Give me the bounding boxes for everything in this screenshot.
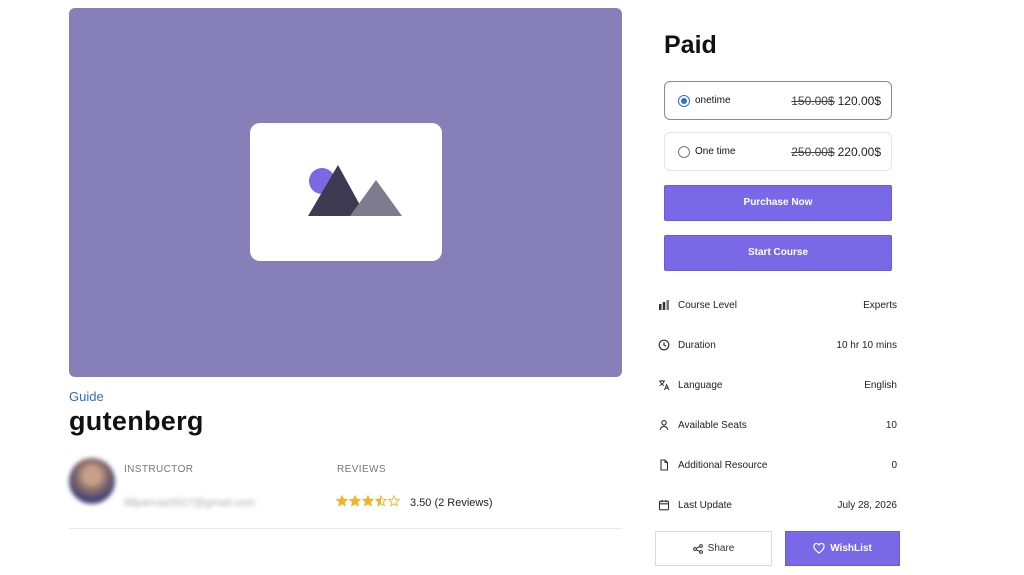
translate-icon [659, 380, 670, 391]
price-heading: Paid [664, 31, 717, 59]
star-half-icon [375, 495, 387, 507]
detail-language: Language English [658, 378, 897, 396]
course-thumbnail [69, 8, 622, 377]
detail-value: Experts [863, 300, 897, 311]
plan-price: 250.00$ 220.00$ [791, 145, 881, 159]
plan-old-price: 150.00$ [791, 94, 835, 108]
star-full-icon [349, 495, 361, 507]
instructor-email[interactable]: lililparvaz0027@gmail.com [124, 497, 255, 509]
detail-label: Available Seats [678, 420, 747, 431]
start-course-button[interactable]: Start Course [664, 235, 892, 271]
detail-label: Course Level [678, 300, 737, 311]
star-full-icon [336, 495, 348, 507]
star-full-icon [362, 495, 374, 507]
plan-current-price: 220.00$ [837, 145, 881, 159]
course-title: gutenberg [69, 406, 204, 436]
rating-stars [336, 495, 400, 507]
plan-name: One time [695, 146, 736, 157]
plan-radio[interactable] [678, 146, 690, 158]
calendar-icon [658, 500, 670, 511]
instructor-label: INSTRUCTOR [124, 464, 194, 475]
detail-value: 10 hr 10 mins [836, 340, 897, 351]
divider [69, 528, 622, 529]
detail-label: Last Update [678, 500, 732, 511]
detail-duration: Duration 10 hr 10 mins [658, 338, 897, 356]
reviews-label: REVIEWS [337, 464, 386, 475]
avatar [69, 458, 115, 504]
plan-old-price: 250.00$ [791, 145, 835, 159]
detail-label: Duration [678, 340, 716, 351]
user-icon [659, 420, 669, 430]
clock-icon [658, 339, 670, 351]
detail-value: July 28, 2026 [837, 500, 898, 511]
plan-radio[interactable] [678, 95, 690, 107]
detail-value: English [864, 380, 897, 391]
detail-last-update: Last Update July 28, 2026 [658, 498, 897, 516]
detail-additional-resource: Additional Resource 0 [658, 458, 897, 476]
heart-icon [813, 543, 825, 554]
detail-label: Additional Resource [678, 460, 768, 471]
wishlist-label: WishList [830, 543, 872, 554]
detail-value: 0 [891, 460, 897, 471]
bar-chart-icon [659, 300, 669, 310]
file-icon [660, 459, 669, 471]
detail-label: Language [678, 380, 723, 391]
image-placeholder-icon [308, 165, 402, 216]
plan-option-onetime[interactable]: onetime 150.00$ 120.00$ [664, 81, 892, 120]
image-placeholder [250, 123, 442, 261]
share-button[interactable]: Share [655, 531, 772, 566]
share-icon [692, 543, 703, 554]
plan-name: onetime [695, 95, 731, 106]
plan-option-one-time[interactable]: One time 250.00$ 220.00$ [664, 132, 892, 171]
detail-course-level: Course Level Experts [658, 298, 897, 316]
share-label: Share [707, 543, 735, 554]
detail-available-seats: Available Seats 10 [658, 418, 897, 436]
plan-current-price: 120.00$ [837, 94, 881, 108]
plan-price: 150.00$ 120.00$ [791, 94, 881, 108]
star-empty-icon [388, 495, 400, 507]
detail-value: 10 [885, 420, 897, 431]
course-category[interactable]: Guide [69, 389, 104, 404]
wishlist-button[interactable]: WishList [785, 531, 900, 566]
purchase-now-button[interactable]: Purchase Now [664, 185, 892, 221]
reviews-summary: 3.50 (2 Reviews) [410, 497, 493, 509]
